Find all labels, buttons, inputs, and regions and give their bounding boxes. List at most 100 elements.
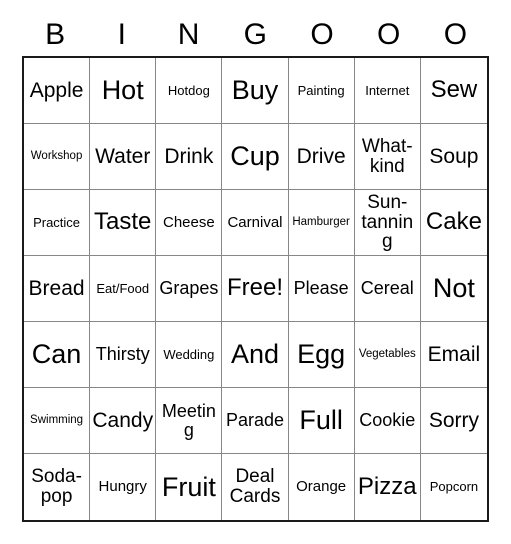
bingo-header-letter-3: G (243, 18, 268, 51)
bingo-cell-r4-c4[interactable]: Egg (288, 322, 355, 388)
bingo-cell-r1-c3[interactable]: Cup (222, 124, 289, 190)
bingo-cell-r0-c0[interactable]: Apple (24, 58, 91, 124)
bingo-cell-label: Parade (225, 410, 285, 431)
bingo-cell-label: Cereal (360, 278, 414, 299)
bingo-cell-label: Eat/Food (96, 280, 150, 296)
bingo-cell-label: Buy (231, 75, 279, 106)
bingo-cell-label: Cheese (163, 213, 215, 231)
bingo-cell-label: Carnival (227, 213, 283, 231)
bingo-cell-label: Soda-pop (31, 466, 82, 507)
bingo-cell-r2-c0[interactable]: Practice (24, 190, 91, 256)
bingo-grid: Apple Hot Hotdog Buy Painting Internet Sew Work… (22, 56, 489, 522)
bingo-cell-r4-c3[interactable]: And (222, 322, 289, 388)
bingo-cell-r5-c0[interactable]: Swimming (24, 388, 91, 454)
bingo-cell-label: Popcorn (429, 479, 479, 495)
bingo-cell-label: Please (293, 278, 349, 299)
bingo-cell-label: Hungry (98, 478, 147, 496)
bingo-cell-r5-c2[interactable]: Meeting (156, 388, 223, 454)
bingo-cell-label: Email (427, 342, 481, 366)
bingo-cell-r3-c3[interactable]: Free! (222, 256, 289, 322)
bingo-cell-r2-c1[interactable]: Taste (90, 190, 157, 256)
bingo-cell-r4-c6[interactable]: Email (420, 322, 487, 388)
bingo-cell-label: Grapes (159, 278, 219, 299)
bingo-cell-r0-c2[interactable]: Hotdog (156, 58, 223, 124)
bingo-cell-label: Water (95, 144, 151, 168)
bingo-cell-label: Meeting (161, 400, 216, 440)
bingo-cell-r2-c2[interactable]: Cheese (156, 190, 223, 256)
bingo-cell-r1-c2[interactable]: Drink (156, 124, 223, 190)
bingo-cell-label: Sew (430, 76, 478, 104)
bingo-cell-r5-c1[interactable]: Candy (90, 388, 157, 454)
bingo-cell-r3-c5[interactable]: Cereal (354, 256, 421, 322)
bingo-header-letter-1: I (117, 18, 127, 51)
bingo-cell-r1-c4[interactable]: Drive (288, 124, 355, 190)
bingo-cell-label: Painting (297, 82, 345, 98)
bingo-cell-label: Workshop (30, 149, 83, 162)
bingo-cell-label: Apple (29, 78, 84, 102)
bingo-header-letter-0: B (45, 18, 66, 51)
bingo-cell-r6-c4[interactable]: Orange (288, 454, 355, 520)
bingo-cell-label: Soup (429, 144, 479, 168)
bingo-cell-r5-c3[interactable]: Parade (222, 388, 289, 454)
bingo-cell-label: Free! (226, 274, 283, 302)
bingo-header-letter-6: O (443, 18, 468, 51)
bingo-cell-r3-c0[interactable]: Bread (24, 256, 91, 322)
bingo-cell-label: Sun-tanning (361, 191, 414, 253)
bingo-cell-r2-c6[interactable]: Cake (420, 190, 487, 256)
bingo-cell-r4-c2[interactable]: Wedding (156, 322, 223, 388)
bingo-cell-r0-c6[interactable]: Sew (420, 58, 487, 124)
bingo-cell-label: Drive (296, 144, 346, 168)
bingo-cell-label: Hamburger (292, 215, 350, 228)
bingo-cell-r0-c3[interactable]: Buy (222, 58, 289, 124)
bingo-cell-label: Egg (297, 339, 346, 370)
bingo-cell-r3-c4[interactable]: Please (288, 256, 355, 322)
bingo-cell-r1-c6[interactable]: Soup (420, 124, 487, 190)
bingo-cell-r5-c4[interactable]: Full (288, 388, 355, 454)
bingo-cell-r2-c5[interactable]: Sun-tanning (354, 190, 421, 256)
bingo-cell-label: Cup (230, 141, 280, 172)
bingo-cell-label: Fruit (161, 471, 216, 502)
bingo-cell-r6-c0[interactable]: Soda-pop (24, 454, 91, 520)
bingo-cell-label: Hot (101, 75, 144, 106)
bingo-cell-r0-c4[interactable]: Painting (288, 58, 355, 124)
bingo-cell-r3-c2[interactable]: Grapes (156, 256, 223, 322)
bingo-header-letter-5: O (377, 18, 401, 51)
bingo-cell-r0-c5[interactable]: Internet (354, 58, 421, 124)
bingo-cell-r4-c5[interactable]: Vegetables (354, 322, 421, 388)
bingo-cell-label: Hotdog (167, 82, 210, 98)
bingo-cell-r6-c6[interactable]: Popcorn (420, 454, 487, 520)
bingo-cell-label: Deal Cards (229, 466, 281, 507)
bingo-cell-r5-c6[interactable]: Sorry (420, 388, 487, 454)
bingo-header-letter-4: O (310, 18, 335, 51)
bingo-cell-r6-c1[interactable]: Hungry (90, 454, 157, 520)
bingo-cell-label: Can (31, 339, 82, 370)
bingo-cell-r1-c1[interactable]: Water (90, 124, 157, 190)
bingo-cell-label: Taste (94, 208, 152, 236)
bingo-cell-label: Thirsty (95, 344, 150, 365)
bingo-cell-r2-c4[interactable]: Hamburger (288, 190, 355, 256)
bingo-cell-label: And (230, 339, 280, 370)
bingo-cell-label: Candy (92, 408, 154, 432)
bingo-cell-label: Pizza (357, 472, 417, 500)
bingo-cell-r4-c0[interactable]: Can (24, 322, 91, 388)
bingo-cell-r6-c2[interactable]: Fruit (156, 454, 223, 520)
bingo-cell-label: Sorry (428, 408, 480, 432)
bingo-cell-label: Not (432, 273, 475, 304)
bingo-cell-r3-c1[interactable]: Eat/Food (90, 256, 157, 322)
bingo-cell-r4-c1[interactable]: Thirsty (90, 322, 157, 388)
bingo-cell-r6-c5[interactable]: Pizza (354, 454, 421, 520)
bingo-cell-r0-c1[interactable]: Hot (90, 58, 157, 124)
bingo-cell-label: Wedding (163, 346, 215, 362)
bingo-cell-label: Internet (365, 82, 410, 98)
bingo-cell-r3-c6[interactable]: Not (420, 256, 487, 322)
bingo-cell-label: Swimming (30, 413, 84, 426)
bingo-cell-r5-c5[interactable]: Cookie (354, 388, 421, 454)
bingo-cell-r1-c0[interactable]: Workshop (24, 124, 91, 190)
bingo-cell-r6-c3[interactable]: Deal Cards (222, 454, 289, 520)
bingo-card: B I N G O O O Apple Hot Hotdog Buy Painting Interne… (0, 0, 511, 544)
bingo-cell-label: Vegetables (358, 347, 416, 360)
bingo-header-letter-2: N (177, 18, 200, 51)
bingo-cell-r1-c5[interactable]: What-kind (354, 124, 421, 190)
bingo-cell-r2-c3[interactable]: Carnival (222, 190, 289, 256)
bingo-cell-label: Bread (28, 276, 85, 300)
